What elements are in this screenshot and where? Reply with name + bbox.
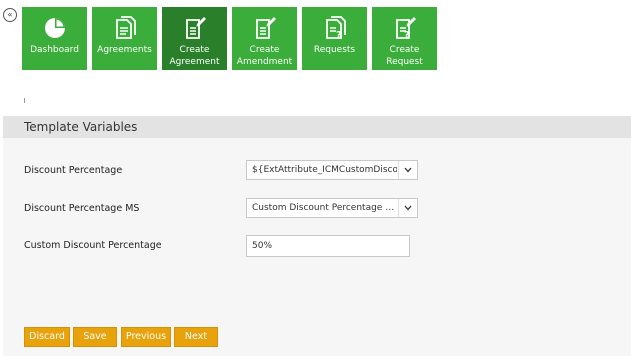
tile-agreements[interactable]: Agreements: [92, 7, 157, 70]
next-button[interactable]: Next: [174, 327, 218, 347]
previous-button[interactable]: Previous: [121, 327, 171, 347]
save-button[interactable]: Save: [73, 327, 117, 347]
create-request-icon: ?: [395, 17, 416, 41]
discount-percentage-label: Discount Percentage: [24, 165, 123, 176]
requests-icon: ?: [325, 16, 346, 41]
tile-dashboard[interactable]: Dashboard: [22, 7, 87, 70]
svg-text:?: ?: [336, 30, 342, 41]
dashboard-icon: [44, 18, 65, 38]
tile-label: Requests: [313, 45, 356, 55]
tile-label: Dashboard: [30, 45, 79, 55]
select-value: Custom Discount Percentage Valu...: [252, 203, 397, 213]
tile-create-request[interactable]: ? Create Request: [372, 7, 437, 70]
tile-requests[interactable]: ? Requests: [302, 7, 367, 70]
text-cursor-mark: [24, 98, 25, 103]
svg-text:?: ?: [404, 30, 410, 41]
tile-create-agreement[interactable]: Create Agreement: [162, 7, 227, 70]
discount-percentage-select[interactable]: ${ExtAttribute_ICMCustomDiscountP: [246, 160, 418, 180]
chevron-down-icon[interactable]: [398, 161, 417, 179]
nav-tiles: Dashboard Agreements Create Agreement Cr…: [22, 7, 437, 70]
tile-label: Agreements: [97, 45, 152, 55]
custom-discount-percentage-input[interactable]: 50%: [246, 235, 410, 257]
collapse-toggle-icon[interactable]: «: [3, 8, 17, 22]
create-amendment-icon: [255, 17, 276, 39]
select-value: ${ExtAttribute_ICMCustomDiscountP: [252, 165, 397, 175]
create-agreement-icon: [185, 17, 206, 39]
tile-label: Create Amendment: [236, 45, 293, 67]
chevron-down-icon[interactable]: [398, 199, 417, 217]
tile-create-amendment[interactable]: Create Amendment: [232, 7, 297, 70]
tile-label: Create Request: [386, 45, 423, 67]
panel-title: Template Variables: [3, 116, 631, 138]
custom-discount-percentage-label: Custom Discount Percentage: [24, 240, 162, 251]
agreements-icon: [115, 16, 136, 39]
discount-percentage-ms-label: Discount Percentage MS: [24, 203, 140, 214]
tile-label: Create Agreement: [169, 45, 220, 67]
discount-percentage-ms-select[interactable]: Custom Discount Percentage Valu...: [246, 198, 418, 218]
discard-button[interactable]: Discard: [24, 327, 70, 347]
